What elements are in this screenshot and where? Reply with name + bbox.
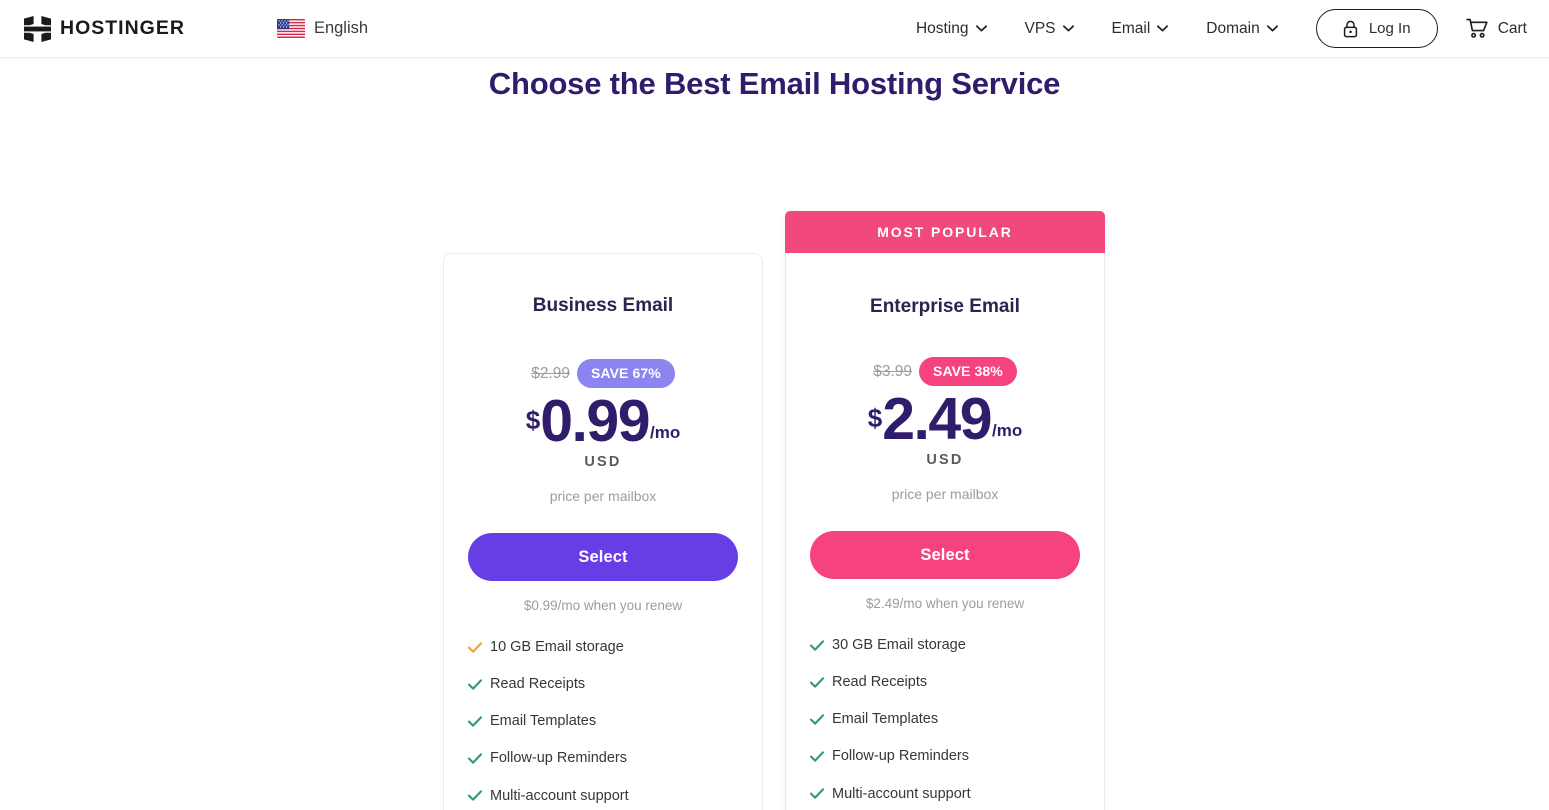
feature-label: Multi-account support bbox=[832, 785, 971, 802]
check-icon bbox=[468, 716, 482, 727]
nav-label-hosting: Hosting bbox=[915, 19, 969, 37]
check-icon bbox=[810, 788, 824, 799]
currency-symbol: $ bbox=[525, 404, 541, 435]
price-block: $3.99 SAVE 38% $ 2.49 /mo USD price per … bbox=[810, 356, 1080, 503]
page-title: Choose the Best Email Hosting Service bbox=[488, 66, 1061, 101]
currency-symbol: $ bbox=[867, 402, 883, 433]
feature-item: 30 GB Email storage bbox=[810, 636, 1080, 654]
select-button[interactable]: Select bbox=[468, 533, 738, 582]
nav-label-domain: Domain bbox=[1206, 19, 1260, 37]
plan-name: Business Email bbox=[532, 295, 674, 316]
brand-name: HOSTINGER bbox=[60, 16, 185, 39]
language-selector[interactable]: English bbox=[276, 19, 369, 38]
old-price: $2.99 bbox=[531, 364, 570, 382]
us-flag-icon bbox=[276, 19, 305, 38]
language-label: English bbox=[313, 19, 369, 38]
feature-item: Read Receipts bbox=[468, 675, 738, 693]
chevron-down-icon bbox=[1062, 25, 1074, 32]
chevron-down-icon bbox=[975, 25, 987, 32]
price-amount: 2.49 bbox=[882, 385, 992, 452]
feature-label: 30 GB Email storage bbox=[832, 637, 966, 654]
login-button[interactable]: Log In bbox=[1315, 9, 1438, 48]
most-popular-badge: MOST POPULAR bbox=[785, 211, 1105, 253]
discount-line: $3.99 SAVE 38% bbox=[810, 356, 1080, 386]
chevron-down-icon bbox=[1157, 25, 1169, 32]
cart-button[interactable]: Cart bbox=[1465, 18, 1527, 39]
feature-item: Multi-account support bbox=[810, 785, 1080, 803]
feature-list: 30 GB Email storage Read Receipts Email … bbox=[810, 636, 1080, 810]
nav-item-hosting[interactable]: Hosting bbox=[916, 12, 987, 46]
feature-label: Read Receipts bbox=[832, 674, 928, 691]
feature-item: Follow-up Reminders bbox=[468, 749, 738, 767]
price-period: /mo bbox=[650, 423, 681, 443]
save-badge: SAVE 38% bbox=[919, 356, 1017, 386]
check-icon bbox=[468, 641, 482, 653]
plan-name: Enterprise Email bbox=[870, 296, 1020, 317]
price-note: price per mailbox bbox=[891, 486, 999, 503]
pricing-card-enterprise-email[interactable]: MOST POPULAR Enterprise Email $3.99 SAVE… bbox=[785, 211, 1105, 810]
check-icon bbox=[468, 753, 482, 764]
feature-label: Email Templates bbox=[832, 711, 939, 728]
main-navigation: Hosting VPS Email Domain Log In Cart bbox=[916, 9, 1527, 48]
chevron-down-icon bbox=[1266, 25, 1278, 32]
feature-label: Multi-account support bbox=[490, 787, 629, 804]
check-icon bbox=[810, 677, 824, 688]
price-amount: 0.99 bbox=[540, 387, 650, 454]
nav-item-vps[interactable]: VPS bbox=[1025, 12, 1074, 46]
renewal-note: $0.99/mo when you renew bbox=[523, 598, 683, 614]
check-icon bbox=[810, 751, 824, 762]
lock-icon bbox=[1343, 20, 1358, 38]
nav-label-vps: VPS bbox=[1024, 19, 1056, 37]
price-block: $2.99 SAVE 67% $ 0.99 /mo USD price per … bbox=[468, 358, 738, 505]
pricing-plans: Business Email $2.99 SAVE 67% $ 0.99 /mo… bbox=[443, 211, 1105, 810]
nav-item-email[interactable]: Email bbox=[1112, 12, 1169, 46]
currency-code: USD bbox=[584, 454, 622, 471]
discount-line: $2.99 SAVE 67% bbox=[468, 358, 738, 388]
feature-label: Read Receipts bbox=[490, 676, 586, 693]
price-note: price per mailbox bbox=[549, 488, 657, 505]
feature-label: Follow-up Reminders bbox=[832, 748, 969, 765]
shopping-cart-icon bbox=[1465, 18, 1488, 39]
nav-label-email: Email bbox=[1111, 19, 1151, 37]
save-badge: SAVE 67% bbox=[577, 358, 675, 388]
feature-item: Follow-up Reminders bbox=[810, 747, 1080, 765]
check-icon bbox=[810, 714, 824, 725]
feature-item: Multi-account support bbox=[468, 787, 738, 805]
feature-label: Email Templates bbox=[490, 713, 597, 730]
site-header: HOSTINGER English Hosting VPS Email Doma… bbox=[0, 0, 1549, 58]
page-content: Choose the Best Email Hosting Service Bu… bbox=[0, 58, 1549, 810]
pricing-card-business-email[interactable]: Business Email $2.99 SAVE 67% $ 0.99 /mo… bbox=[443, 253, 763, 810]
brand-logo[interactable]: HOSTINGER bbox=[24, 15, 185, 42]
renewal-note: $2.49/mo when you renew bbox=[865, 596, 1025, 612]
old-price: $3.99 bbox=[873, 362, 912, 380]
select-button[interactable]: Select bbox=[810, 531, 1080, 580]
currency-code: USD bbox=[926, 452, 964, 469]
current-price: $ 0.99 /mo bbox=[468, 387, 738, 454]
login-label: Log In bbox=[1368, 20, 1411, 37]
feature-label: Follow-up Reminders bbox=[490, 750, 627, 767]
check-icon bbox=[468, 679, 482, 690]
check-icon bbox=[468, 790, 482, 801]
feature-list: 10 GB Email storage Read Receipts Email … bbox=[468, 638, 738, 810]
feature-item: 10 GB Email storage bbox=[468, 638, 738, 656]
feature-item: Email Templates bbox=[810, 710, 1080, 728]
feature-label: 10 GB Email storage bbox=[490, 639, 624, 656]
price-period: /mo bbox=[992, 421, 1023, 441]
current-price: $ 2.49 /mo bbox=[810, 385, 1080, 452]
hostinger-logo-icon bbox=[24, 15, 51, 42]
feature-item: Email Templates bbox=[468, 712, 738, 730]
cart-label: Cart bbox=[1497, 19, 1527, 37]
check-icon bbox=[810, 639, 824, 651]
feature-item: Read Receipts bbox=[810, 673, 1080, 691]
nav-item-domain[interactable]: Domain bbox=[1206, 12, 1278, 46]
